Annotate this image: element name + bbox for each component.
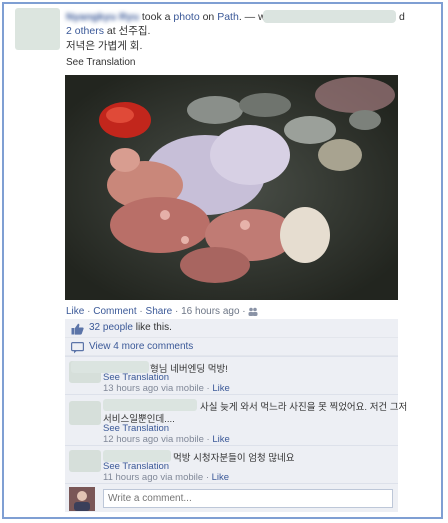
compose-comment-row	[65, 483, 398, 512]
comment-text: 사실 늦게 와서 먹느라 사진을 못 찍었어요. 저건 그저	[200, 402, 408, 413]
commenter-avatar[interactable]	[69, 450, 101, 472]
comment-item: 사실 늦게 와서 먹느라 사진을 못 찍었어요. 저건 그저 서비스일뿐인데..…	[65, 394, 407, 445]
likes-suffix: like this.	[135, 322, 172, 333]
likers-link[interactable]: 32 people	[89, 322, 133, 333]
comment-like-link[interactable]: Like	[212, 472, 229, 483]
tagged-names-redacted	[263, 10, 396, 23]
feedback-panel: 32 people like this. View 4 more comment…	[65, 319, 407, 512]
see-translation-link[interactable]: See Translation	[66, 56, 136, 70]
comment-link[interactable]: Comment	[93, 306, 136, 317]
separator: ·	[175, 306, 179, 317]
location-text: at 선주집.	[106, 25, 151, 37]
separator: ·	[139, 306, 143, 317]
commenter-name-redacted[interactable]	[103, 399, 197, 411]
comment-meta: 12 hours ago via mobile · Like	[103, 434, 230, 445]
story-header-line2: 2 others at 선주집.	[66, 24, 150, 38]
separator: ·	[87, 306, 91, 317]
comment-item: 형님 네버엔딩 먹방! See Translation 13 hours ago…	[65, 356, 398, 394]
post-photo[interactable]	[65, 75, 398, 300]
view-more-comments-link[interactable]: View 4 more comments	[89, 341, 193, 352]
comment-item: 먹방 시청자분들이 엄청 많네요 See Translation 11 hour…	[65, 445, 398, 483]
comment-see-translation[interactable]: See Translation	[103, 372, 169, 383]
comment-meta: 11 hours ago via mobile · Like	[103, 472, 229, 483]
on-text: on	[202, 11, 215, 23]
separator: ·	[205, 472, 209, 483]
post-action-bar: Like · Comment · Share · 16 hours ago ·	[66, 306, 258, 317]
post-message: 저녁은 가볍게 회.	[66, 40, 143, 52]
comment-like-link[interactable]: Like	[212, 383, 229, 394]
comment-see-translation[interactable]: See Translation	[103, 461, 169, 472]
commenter-avatar[interactable]	[69, 401, 101, 425]
comment-input[interactable]	[103, 489, 393, 508]
comment-time[interactable]: 13 hours ago via mobile	[103, 383, 204, 394]
separator: ·	[206, 383, 210, 394]
separator: ·	[206, 434, 210, 445]
comment-see-translation[interactable]: See Translation	[103, 423, 169, 434]
comment-meta: 13 hours ago via mobile · Like	[103, 383, 230, 394]
audience-icon[interactable]	[248, 306, 258, 317]
like-link[interactable]: Like	[66, 306, 84, 317]
post-timestamp[interactable]: 16 hours ago	[181, 306, 239, 317]
current-user-avatar[interactable]	[69, 487, 95, 511]
comment-text: 먹방 시청자분들이 엄청 많네요	[173, 453, 295, 464]
speech-bubble-icon	[71, 342, 85, 354]
and-suffix: d	[399, 11, 405, 23]
others-link[interactable]: 2 others	[66, 25, 104, 37]
separator: ·	[242, 306, 246, 317]
actor-name-link[interactable]: Nyangkyu Ryu	[66, 11, 139, 23]
poster-avatar[interactable]	[15, 8, 60, 50]
view-more-comments-row[interactable]: View 4 more comments	[65, 338, 398, 356]
likes-row: 32 people like this.	[65, 319, 398, 338]
action-text: took a	[141, 11, 171, 23]
sashimi-photo-illustration	[65, 75, 398, 300]
comment-time[interactable]: 12 hours ago via mobile	[103, 434, 204, 445]
share-link[interactable]: Share	[146, 306, 173, 317]
story-header-line1: Nyangkyu Ryu took a photo on Path. — wit…	[66, 10, 277, 24]
comment-time[interactable]: 11 hours ago via mobile	[103, 472, 203, 483]
photo-link[interactable]: photo	[173, 11, 199, 23]
path-link[interactable]: Path	[217, 11, 239, 23]
comment-like-link[interactable]: Like	[212, 434, 229, 445]
likes-summary: 32 people like this.	[89, 322, 172, 333]
thumbs-up-icon	[71, 323, 85, 335]
